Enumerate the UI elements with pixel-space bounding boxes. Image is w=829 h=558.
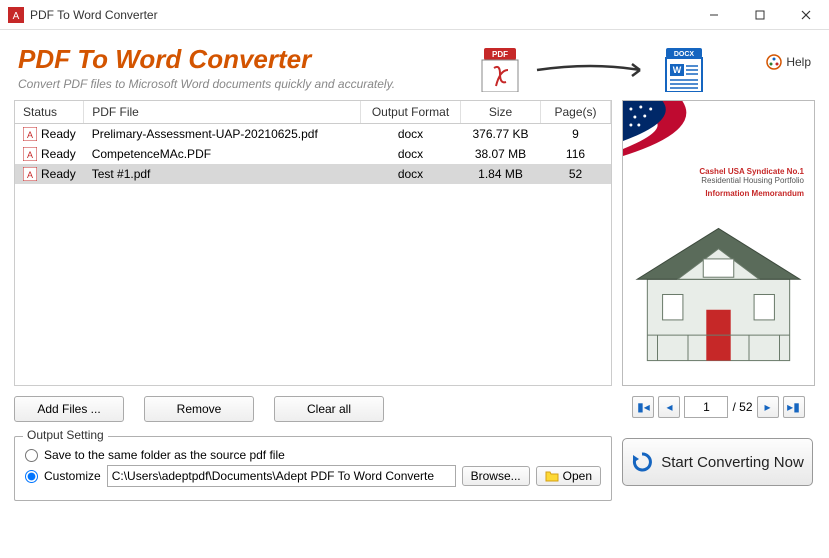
titlebar: A PDF To Word Converter <box>0 0 829 30</box>
file-name: CompetenceMAc.PDF <box>84 144 361 164</box>
preview-text: Cashel USA Syndicate No.1 Residential Ho… <box>623 161 814 204</box>
status-text: Ready <box>41 147 76 161</box>
output-legend: Output Setting <box>23 428 108 442</box>
status-text: Ready <box>41 167 76 181</box>
svg-text:W: W <box>673 65 682 75</box>
header: PDF To Word Converter Convert PDF files … <box>0 30 829 100</box>
table-row[interactable]: A Ready CompetenceMAc.PDFdocx38.07 MB116 <box>15 144 611 164</box>
file-name: Test #1.pdf <box>84 164 361 184</box>
app-subtitle: Convert PDF files to Microsoft Word docu… <box>18 77 478 91</box>
pdf-file-icon: A <box>23 127 37 141</box>
app-title: PDF To Word Converter <box>18 44 478 75</box>
same-folder-option[interactable]: Save to the same folder as the source pd… <box>25 448 601 462</box>
help-link[interactable]: Help <box>766 54 811 70</box>
refresh-icon <box>631 451 653 473</box>
page-count: 9 <box>541 124 611 145</box>
pdf-icon: PDF <box>478 48 522 92</box>
col-status[interactable]: Status <box>15 101 84 124</box>
docx-icon: DOCX W <box>662 48 706 92</box>
first-page-button[interactable]: ▮◂ <box>632 396 654 418</box>
preview-house-graphic <box>623 204 814 385</box>
prev-page-button[interactable]: ◂ <box>658 396 680 418</box>
table-row[interactable]: A Ready Prelimary-Assessment-UAP-20210625.… <box>15 124 611 145</box>
close-button[interactable] <box>783 0 829 30</box>
preview-pane: Cashel USA Syndicate No.1 Residential Ho… <box>622 100 815 386</box>
svg-text:DOCX: DOCX <box>674 51 695 58</box>
minimize-button[interactable] <box>691 0 737 30</box>
maximize-button[interactable] <box>737 0 783 30</box>
start-converting-button[interactable]: Start Converting Now <box>622 438 813 486</box>
file-name: Prelimary-Assessment-UAP-20210625.pdf <box>84 124 361 145</box>
help-icon <box>766 54 782 70</box>
pdf-file-icon: A <box>23 147 37 161</box>
svg-text:A: A <box>27 150 33 160</box>
same-folder-radio[interactable] <box>25 449 38 462</box>
conversion-graphic: PDF DOCX W <box>478 48 706 92</box>
svg-text:A: A <box>27 170 33 180</box>
page-count: 116 <box>541 144 611 164</box>
status-text: Ready <box>41 127 76 141</box>
file-size: 1.84 MB <box>461 164 541 184</box>
open-label: Open <box>563 469 592 483</box>
start-label: Start Converting Now <box>661 454 804 471</box>
output-format: docx <box>361 144 461 164</box>
col-pages[interactable]: Page(s) <box>541 101 611 124</box>
table-row[interactable]: A Ready Test #1.pdfdocx1.84 MB52 <box>15 164 611 184</box>
output-path-input[interactable] <box>107 465 456 487</box>
last-page-button[interactable]: ▸▮ <box>783 396 805 418</box>
col-format[interactable]: Output Format <box>361 101 461 124</box>
col-size[interactable]: Size <box>461 101 541 124</box>
svg-text:PDF: PDF <box>492 50 508 59</box>
remove-button[interactable]: Remove <box>144 396 254 422</box>
customize-label: Customize <box>44 469 101 483</box>
pdf-file-icon: A <box>23 167 37 181</box>
customize-radio[interactable] <box>25 470 38 483</box>
same-folder-label: Save to the same folder as the source pd… <box>44 448 285 462</box>
col-file[interactable]: PDF File <box>84 101 361 124</box>
output-setting-group: Output Setting Save to the same folder a… <box>14 436 612 501</box>
page-total: / 52 <box>732 400 752 414</box>
add-files-button[interactable]: Add Files ... <box>14 396 124 422</box>
open-folder-button[interactable]: Open <box>536 466 601 486</box>
next-page-button[interactable]: ▸ <box>757 396 779 418</box>
pager: ▮◂ ◂ / 52 ▸ ▸▮ <box>622 396 815 418</box>
file-size: 376.77 KB <box>461 124 541 145</box>
svg-text:A: A <box>13 11 20 22</box>
window-title: PDF To Word Converter <box>30 8 691 22</box>
svg-text:A: A <box>27 130 33 140</box>
clear-all-button[interactable]: Clear all <box>274 396 384 422</box>
output-format: docx <box>361 164 461 184</box>
folder-icon <box>545 470 559 482</box>
page-count: 52 <box>541 164 611 184</box>
file-table[interactable]: Status PDF File Output Format Size Page(… <box>14 100 612 386</box>
preview-flag-graphic <box>623 101 814 161</box>
output-format: docx <box>361 124 461 145</box>
help-label: Help <box>786 55 811 69</box>
page-input[interactable] <box>684 396 728 418</box>
browse-button[interactable]: Browse... <box>462 466 530 486</box>
file-size: 38.07 MB <box>461 144 541 164</box>
table-header-row: Status PDF File Output Format Size Page(… <box>15 101 611 124</box>
arrow-icon <box>532 58 652 82</box>
app-icon: A <box>8 7 24 23</box>
